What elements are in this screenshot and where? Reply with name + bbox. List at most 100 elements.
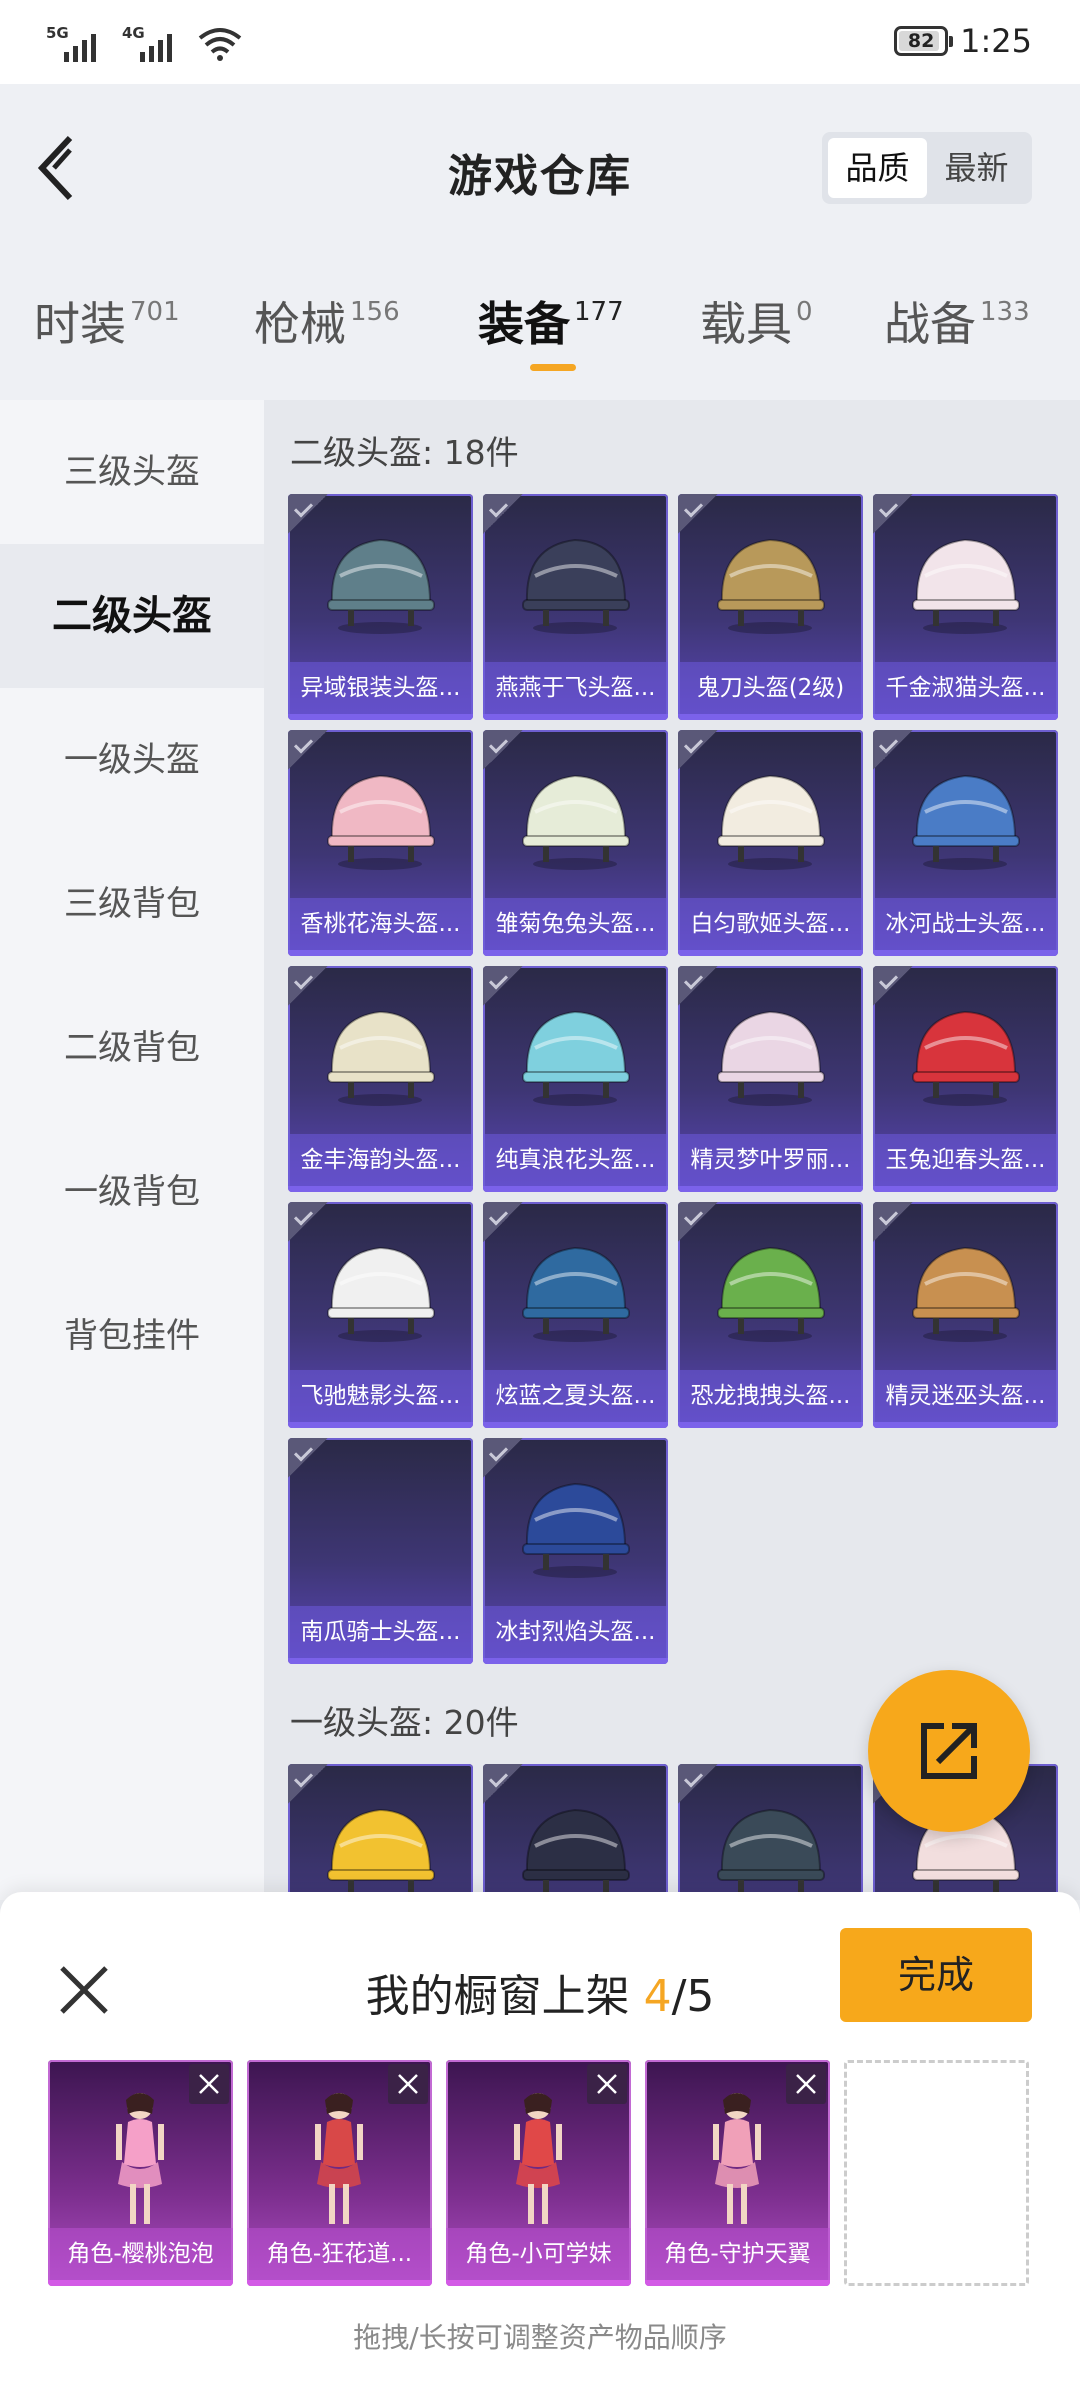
sidebar-item-level2-backpack[interactable]: 二级背包 bbox=[0, 976, 264, 1120]
character-icon bbox=[116, 2093, 164, 2224]
tab-supplies[interactable]: 战备 133 bbox=[884, 288, 1030, 354]
rarity-bar bbox=[483, 950, 668, 956]
item-name: 异域银装头盔... bbox=[288, 662, 473, 714]
tab-count: 177 bbox=[574, 297, 624, 327]
sidebar-item-level1-backpack[interactable]: 一级背包 bbox=[0, 1120, 264, 1264]
item-card[interactable]: 冰封烈焰头盔... bbox=[483, 1438, 668, 1664]
showcase-slot[interactable]: 角色-小可学妹 bbox=[446, 2060, 631, 2286]
tab-guns[interactable]: 枪械 156 bbox=[254, 288, 400, 354]
done-button[interactable]: 完成 bbox=[840, 1928, 1032, 2022]
item-card[interactable]: 金丰海韵头盔... bbox=[288, 966, 473, 1192]
tab-count: 701 bbox=[130, 297, 180, 327]
item-card[interactable]: 玉兔迎春头盔... bbox=[873, 966, 1058, 1192]
sidebar-item-backpack-charm[interactable]: 背包挂件 bbox=[0, 1264, 264, 1408]
item-name: 炫蓝之夏头盔... bbox=[483, 1370, 668, 1422]
helmet-icon bbox=[912, 538, 1020, 634]
item-card[interactable]: 白匀歌姬头盔... bbox=[678, 730, 863, 956]
helmet-icon bbox=[717, 538, 825, 634]
item-card[interactable] bbox=[678, 1764, 863, 1900]
item-name: 千金淑猫头盔... bbox=[873, 662, 1058, 714]
reorder-hint: 拖拽/长按可调整资产物品顺序 bbox=[353, 2321, 727, 2354]
tab-count: 156 bbox=[350, 297, 400, 327]
tab-count: 133 bbox=[980, 297, 1030, 327]
clock: 1:25 bbox=[960, 22, 1032, 60]
rarity-bar bbox=[483, 1186, 668, 1192]
rarity-bar bbox=[483, 1658, 668, 1664]
tab-vehicles[interactable]: 载具 0 bbox=[700, 288, 813, 354]
showcase-slot[interactable]: 角色-狂花道... bbox=[247, 2060, 432, 2286]
item-card[interactable]: 恐龙拽拽头盔... bbox=[678, 1202, 863, 1428]
empty-showcase-slot[interactable] bbox=[844, 2060, 1029, 2286]
item-card[interactable]: 炫蓝之夏头盔... bbox=[483, 1202, 668, 1428]
helmet-icon bbox=[522, 1808, 630, 1900]
cellular-signal-icon: 5G bbox=[46, 24, 108, 62]
tab-fashion[interactable]: 时装 701 bbox=[34, 288, 180, 354]
item-card[interactable] bbox=[483, 1764, 668, 1900]
helmet-icon bbox=[522, 774, 630, 870]
item-card[interactable]: 燕燕于飞头盔... bbox=[483, 494, 668, 720]
helmet-icon bbox=[522, 538, 630, 634]
sidebar-item-level3-helmet[interactable]: 三级头盔 bbox=[0, 400, 264, 544]
sort-option-newest[interactable]: 最新 bbox=[927, 138, 1026, 198]
item-card[interactable]: 精灵梦叶罗丽... bbox=[678, 966, 863, 1192]
character-icon bbox=[514, 2093, 562, 2224]
rarity-bar bbox=[678, 1186, 863, 1192]
item-card[interactable]: 飞驰魅影头盔... bbox=[288, 1202, 473, 1428]
item-card[interactable]: 鬼刀头盔(2级) bbox=[678, 494, 863, 720]
remove-button[interactable] bbox=[189, 2064, 229, 2104]
remove-button[interactable] bbox=[388, 2064, 428, 2104]
rarity-bar bbox=[678, 714, 863, 720]
tab-label: 载具 bbox=[700, 297, 792, 351]
item-card[interactable]: 千金淑猫头盔... bbox=[873, 494, 1058, 720]
item-name: 燕燕于飞头盔... bbox=[483, 662, 668, 714]
item-card[interactable]: 南瓜骑士头盔... bbox=[288, 1438, 473, 1664]
cellular-signal-icon-2: 4G bbox=[122, 24, 184, 62]
rarity-bar bbox=[446, 2280, 631, 2286]
item-grid: 异域银装头盔... 燕燕于飞头盔... 鬼刀头盔(2级) 千金淑猫头盔... 香桃花海头… bbox=[288, 494, 1068, 1664]
item-name: 飞驰魅影头盔... bbox=[288, 1370, 473, 1422]
select-check-icon[interactable] bbox=[288, 1438, 328, 1478]
remove-button[interactable] bbox=[587, 2064, 627, 2104]
item-card[interactable]: 冰河战士头盔... bbox=[873, 730, 1058, 956]
slot-name: 角色-狂花道... bbox=[247, 2228, 432, 2280]
tab-label: 时装 bbox=[34, 297, 126, 351]
item-card[interactable] bbox=[288, 1764, 473, 1900]
tab-equipment[interactable]: 装备 177 bbox=[478, 288, 624, 354]
sidebar-item-level2-helmet[interactable]: 二级头盔 bbox=[0, 544, 264, 688]
sidebar-item-level3-backpack[interactable]: 三级背包 bbox=[0, 832, 264, 976]
item-card[interactable]: 异域银装头盔... bbox=[288, 494, 473, 720]
item-card[interactable]: 纯真浪花头盔... bbox=[483, 966, 668, 1192]
helmet-icon bbox=[522, 1010, 630, 1106]
close-icon bbox=[199, 2074, 219, 2094]
character-icon bbox=[315, 2093, 363, 2224]
sort-option-quality[interactable]: 品质 bbox=[828, 138, 927, 198]
rarity-bar bbox=[645, 2280, 830, 2286]
item-name: 恐龙拽拽头盔... bbox=[678, 1370, 863, 1422]
rarity-bar bbox=[288, 714, 473, 720]
rarity-bar bbox=[873, 1422, 1058, 1428]
share-button[interactable] bbox=[868, 1670, 1030, 1832]
category-tabs: 时装 701 枪械 156 装备 177 载具 0 战备 133 bbox=[0, 264, 1080, 384]
helmet-icon bbox=[912, 774, 1020, 870]
tab-label: 枪械 bbox=[254, 297, 346, 351]
helmet-icon bbox=[327, 1808, 435, 1900]
item-name: 白匀歌姬头盔... bbox=[678, 898, 863, 950]
showcase-slot[interactable]: 角色-樱桃泡泡 bbox=[48, 2060, 233, 2286]
showcase-count: 4 bbox=[643, 1971, 672, 2022]
item-name: 冰河战士头盔... bbox=[873, 898, 1058, 950]
item-card[interactable]: 精灵迷巫头盔... bbox=[873, 1202, 1058, 1428]
item-name: 鬼刀头盔(2级) bbox=[678, 662, 863, 714]
sidebar-item-level1-helmet[interactable]: 一级头盔 bbox=[0, 688, 264, 832]
item-card[interactable]: 雏菊兔兔头盔... bbox=[483, 730, 668, 956]
showcase-slot[interactable]: 角色-守护天翼 bbox=[645, 2060, 830, 2286]
helmet-icon bbox=[717, 774, 825, 870]
item-card[interactable]: 香桃花海头盔... bbox=[288, 730, 473, 956]
item-name: 雏菊兔兔头盔... bbox=[483, 898, 668, 950]
status-bar: 5G 4G 82 1:25 bbox=[0, 0, 1080, 84]
rarity-bar bbox=[288, 1186, 473, 1192]
helmet-icon bbox=[912, 1010, 1020, 1106]
item-name: 精灵迷巫头盔... bbox=[873, 1370, 1058, 1422]
remove-button[interactable] bbox=[786, 2064, 826, 2104]
helmet-icon bbox=[912, 1246, 1020, 1342]
helmet-icon bbox=[327, 538, 435, 634]
